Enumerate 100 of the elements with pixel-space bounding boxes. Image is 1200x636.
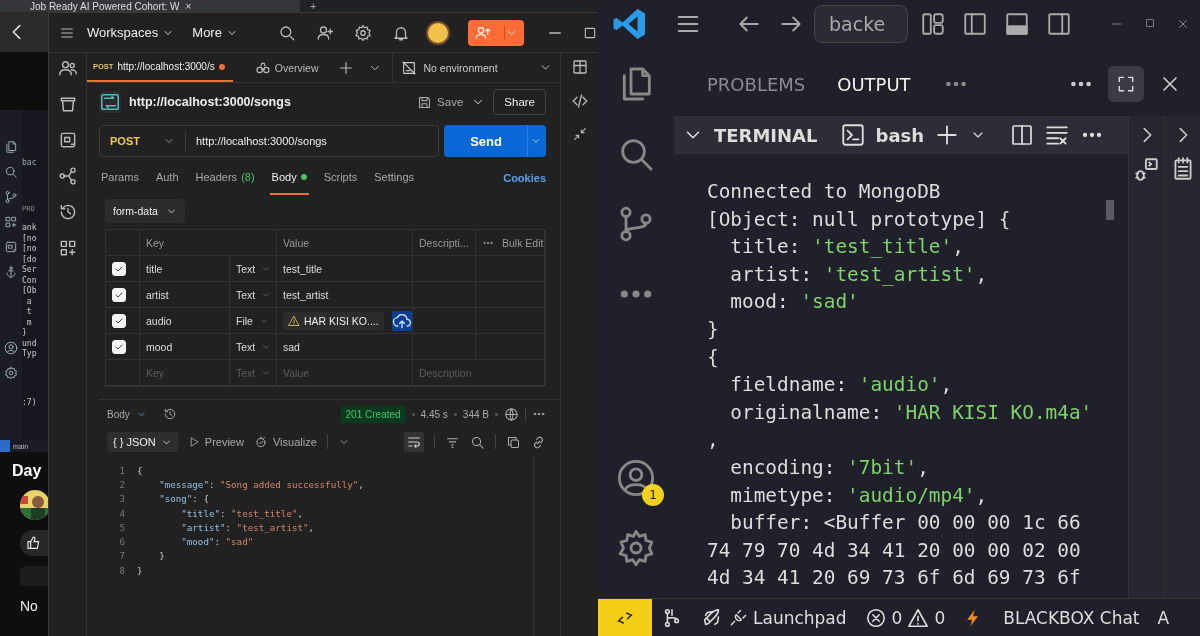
terminal-line: originalname: 'HAR KISI KO.m4a' (729, 399, 1093, 426)
request-option-tab[interactable]: Params (99, 161, 141, 195)
monitor-icon[interactable] (4, 240, 18, 254)
copy-icon[interactable] (506, 434, 521, 450)
chat-button[interactable]: BLACKBOX Chat (954, 607, 1149, 628)
link-icon[interactable] (531, 434, 546, 450)
anchor-icon[interactable] (4, 265, 18, 279)
code-line: "title": "test_title", (180, 507, 303, 519)
request-option-tab[interactable]: Settings (372, 161, 417, 195)
overview-tab[interactable]: Overview (232, 53, 327, 82)
files-icon[interactable] (4, 140, 18, 154)
layout-icon[interactable] (920, 11, 946, 37)
secondary-sidebar-icon[interactable] (1046, 11, 1072, 37)
request-option-tab[interactable]: Scripts (321, 161, 360, 195)
menu-tile[interactable] (20, 566, 48, 586)
account-icon[interactable] (4, 341, 18, 355)
description-field[interactable]: Description (419, 366, 538, 379)
type-dropdown[interactable]: Text (236, 340, 272, 353)
team-icon[interactable] (57, 58, 78, 78)
checkbox[interactable] (112, 339, 126, 354)
source-control-icon[interactable] (4, 190, 18, 204)
cookies-link[interactable]: Cookies (503, 161, 546, 195)
browser-tab[interactable]: Job Ready AI Powered Cohort: W × (0, 0, 300, 12)
visualize-button[interactable]: Visualize (253, 435, 317, 449)
scrollbar-thumb[interactable] (1106, 200, 1114, 220)
chevron-down-icon (504, 25, 518, 40)
terminal-icon[interactable] (839, 122, 866, 148)
preview-button[interactable]: Preview (187, 436, 244, 448)
line-number: 1 (118, 464, 126, 476)
checkbox[interactable] (112, 287, 126, 302)
settings-icon[interactable] (616, 528, 656, 568)
request-option-tab[interactable]: Body (269, 161, 309, 195)
app-logo-icon (612, 6, 648, 42)
panel-tab[interactable]: PROBLEMS (707, 73, 806, 95)
search-icon[interactable] (278, 23, 296, 42)
user-up-icon (475, 24, 491, 41)
key-field[interactable]: Key (146, 366, 223, 379)
request-option-tab[interactable]: Auth (153, 161, 181, 195)
shell-label[interactable]: bash (875, 124, 925, 146)
url-field[interactable]: http://localhost:3000/songs (186, 135, 327, 147)
bulk-edit-link[interactable]: Bulk Edit (502, 236, 544, 249)
avatar-icon[interactable] (426, 20, 450, 45)
format-dropdown[interactable]: { } JSON (107, 432, 178, 452)
split-icon[interactable] (1010, 123, 1035, 147)
video-title: Day (12, 462, 43, 480)
method-dropdown[interactable]: POST (100, 131, 186, 151)
body-mode-dropdown[interactable]: form-data (105, 199, 185, 223)
maximize-panel-button[interactable] (1108, 66, 1144, 102)
launchpad-button[interactable]: Launchpad (692, 606, 856, 629)
history-icon[interactable] (162, 407, 177, 421)
share-button[interactable]: Share (493, 89, 546, 115)
invite-button[interactable] (468, 19, 524, 46)
status-item[interactable]: A (1148, 607, 1179, 628)
code-line: { (137, 464, 143, 476)
add-user-icon[interactable] (316, 23, 334, 42)
maximize-icon[interactable] (1144, 17, 1156, 29)
menu-dropdown[interactable]: More (186, 25, 244, 40)
like-button[interactable] (20, 530, 48, 556)
visualize-icon (253, 435, 268, 449)
terminal-line: artist: 'test_artist', (729, 261, 988, 288)
type-dropdown[interactable]: File (236, 314, 269, 327)
response-body-tab[interactable]: Body (107, 408, 130, 420)
value-field[interactable]: Value (283, 366, 406, 379)
request-option-tab[interactable]: Headers (8) (193, 161, 257, 195)
settings-icon[interactable] (354, 23, 372, 42)
search-icon[interactable] (470, 434, 485, 450)
settings-icon[interactable] (4, 366, 18, 380)
code-icon[interactable] (570, 92, 589, 110)
collapse-icon[interactable] (571, 126, 588, 142)
globe-icon[interactable] (504, 406, 519, 422)
type-dropdown[interactable]: Text (236, 288, 272, 301)
checkbox[interactable] (112, 313, 126, 328)
key-cell: audio (140, 308, 230, 334)
key-cell: artist (140, 282, 230, 308)
flow-icon[interactable] (57, 166, 78, 186)
wrap-icon[interactable] (404, 432, 424, 452)
upload-icon[interactable] (391, 310, 412, 331)
checkbox[interactable] (112, 261, 126, 276)
search-field[interactable]: backe (814, 5, 908, 43)
editor-tab[interactable]: bac (22, 158, 48, 167)
save-button[interactable]: Save (417, 94, 464, 110)
send-button[interactable]: Send (444, 125, 546, 157)
file-chip[interactable]: HAR KISI KO.... (283, 311, 384, 330)
panel-icon[interactable] (1004, 11, 1030, 37)
type-dropdown[interactable]: Text (236, 262, 272, 275)
search-icon[interactable] (4, 165, 18, 179)
debug-console-icon[interactable] (1133, 156, 1160, 182)
column-header: Descripti... (413, 230, 476, 256)
menu-dropdown[interactable]: Workspaces (81, 25, 181, 40)
problems-button[interactable]: 0 0 (855, 606, 955, 629)
new-tab-icon[interactable] (338, 59, 355, 76)
extensions-icon[interactable] (4, 215, 18, 229)
new-tab-icon[interactable]: + (310, 0, 317, 12)
primary-sidebar-icon[interactable] (962, 11, 988, 37)
close-icon[interactable] (1176, 17, 1190, 31)
close-tab-icon[interactable]: × (185, 0, 294, 12)
environment-dropdown[interactable]: No environment (393, 53, 560, 82)
panel-tab[interactable]: OUTPUT (837, 73, 911, 95)
table-icon[interactable] (570, 58, 589, 76)
account-icon[interactable] (616, 458, 656, 498)
